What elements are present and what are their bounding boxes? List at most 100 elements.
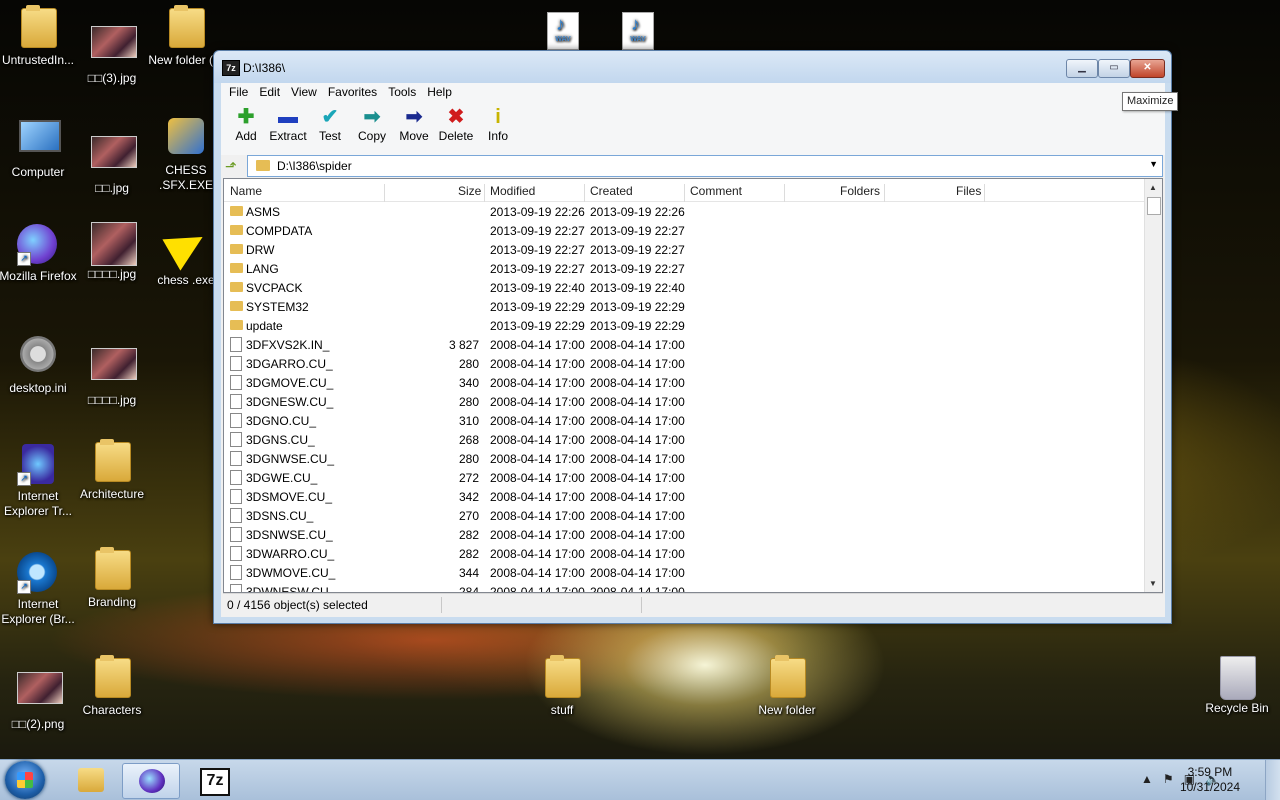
list-item[interactable]: 3DGNS.CU_ 268 2008-04-14 17:00 2008-04-14 1… [224, 430, 1144, 449]
cell-name: DRW [246, 243, 275, 257]
desktop-icon-image[interactable]: □□.jpg [70, 128, 154, 196]
folder-icon [230, 225, 243, 235]
column-name[interactable]: Name [230, 184, 262, 198]
menu-edit[interactable]: Edit [254, 83, 286, 101]
cell-modified: 2008-04-14 17:00 [490, 376, 585, 390]
list-item[interactable]: 3DGNWSE.CU_ 280 2008-04-14 17:00 2008-04-14… [224, 449, 1144, 468]
desktop-icon-characters[interactable]: Characters [70, 655, 154, 718]
column-created[interactable]: Created [590, 184, 633, 198]
title-bar[interactable]: 7z D:\I386\ ▁ ▭ ✕ [214, 51, 1171, 83]
column-size[interactable]: Size [458, 184, 481, 198]
desktop-icon-architecture[interactable]: Architecture [70, 439, 154, 502]
list-item[interactable]: update 2013-09-19 22:29 2013-09-19 22:29 [224, 316, 1144, 335]
cell-created: 2013-09-19 22:26 [590, 205, 685, 219]
minimize-button[interactable]: ▁ [1066, 59, 1098, 78]
tray-expand-icon[interactable]: ▲ [1141, 772, 1153, 786]
desktop-icon-wav-1[interactable]: ♪ WAV [520, 12, 604, 50]
desktop-icon-recycle-bin[interactable]: Recycle Bin [1195, 656, 1279, 716]
list-item[interactable]: 3DSMOVE.CU_ 342 2008-04-14 17:00 2008-04-14… [224, 487, 1144, 506]
taskbar-7zip[interactable]: 7z [184, 763, 240, 797]
scroll-up-icon[interactable]: ▲ [1149, 183, 1157, 192]
address-bar: ⬏ D:\I386\spider ▼ [221, 155, 1165, 177]
desktop-icon-computer[interactable]: Computer [0, 120, 80, 180]
list-item[interactable]: ASMS 2013-09-19 22:26 2013-09-19 22:26 [224, 202, 1144, 221]
folder-icon [230, 263, 243, 273]
folder-icon [95, 439, 131, 482]
toolbar-add-button[interactable]: ✚ Add [225, 101, 267, 155]
list-item[interactable]: 3DGNO.CU_ 310 2008-04-14 17:00 2008-04-14 1… [224, 411, 1144, 430]
start-button[interactable] [5, 761, 45, 799]
desktop-icon-new-folder[interactable]: New folder [745, 655, 829, 718]
list-item[interactable]: SVCPACK 2013-09-19 22:40 2013-09-19 22:40 [224, 278, 1144, 297]
folder-icon [230, 301, 243, 311]
clock[interactable]: 3:59 PM 10/31/2024 [1180, 765, 1240, 795]
menu-tools[interactable]: Tools [383, 83, 422, 101]
desktop-icon-ie-tr[interactable]: ↗ Internet Explorer Tr... [0, 444, 80, 519]
cell-modified: 2013-09-19 22:27 [490, 224, 585, 238]
cell-size: 342 [458, 490, 479, 504]
flag-icon[interactable]: ⚑ [1163, 772, 1174, 786]
chevron-down-icon[interactable]: ▼ [1149, 159, 1158, 169]
toolbar-test-button[interactable]: ✔ Test [309, 101, 351, 155]
toolbar-extract-button[interactable]: ▬ Extract [267, 101, 309, 155]
cell-size: 310 [458, 414, 479, 428]
column-modified[interactable]: Modified [490, 184, 535, 198]
desktop-icon-desktop-ini[interactable]: desktop.ini [0, 336, 80, 396]
desktop-icon-wav-2[interactable]: ♪ WAV [595, 12, 679, 50]
cell-name: 3DSMOVE.CU_ [246, 490, 333, 504]
cell-name: 3DGMOVE.CU_ [246, 376, 334, 390]
menu-view[interactable]: View [286, 83, 323, 101]
desktop-icon-ie-br[interactable]: ↗ Internet Explorer (Br... [0, 552, 80, 627]
desktop-icon-label: Recycle Bin [1205, 701, 1269, 715]
desktop-icon-image-3[interactable]: □□(3).jpg [70, 18, 154, 86]
status-selection: 0 / 4156 object(s) selected [227, 598, 368, 612]
desktop-icon-stuff[interactable]: stuff [520, 655, 604, 718]
shortcut-arrow-icon: ↗ [17, 580, 31, 594]
menu-file[interactable]: File [224, 83, 254, 101]
column-comment[interactable]: Comment [690, 184, 742, 198]
maximize-button[interactable]: ▭ [1098, 59, 1130, 78]
folder-icon [169, 5, 205, 48]
vertical-scrollbar[interactable]: ▲ ▼ [1144, 179, 1162, 592]
desktop-icon-image-png[interactable]: □□(2).png [0, 664, 80, 732]
column-folders[interactable]: Folders [840, 184, 880, 198]
list-item[interactable]: 3DWNESW.CU_ 284 2008-04-14 17:00 2008-04-14… [224, 582, 1144, 592]
list-item[interactable]: 3DGNESW.CU_ 280 2008-04-14 17:00 2008-04-14… [224, 392, 1144, 411]
taskbar-firefox[interactable] [122, 763, 180, 799]
list-item[interactable]: DRW 2013-09-19 22:27 2013-09-19 22:27 [224, 240, 1144, 259]
toolbar-move-button[interactable]: ➡ Move [393, 101, 435, 155]
list-item[interactable]: 3DGARRO.CU_ 280 2008-04-14 17:00 2008-04-14… [224, 354, 1144, 373]
list-item[interactable]: LANG 2013-09-19 22:27 2013-09-19 22:27 [224, 259, 1144, 278]
list-item[interactable]: 3DWMOVE.CU_ 344 2008-04-14 17:00 2008-04-14… [224, 563, 1144, 582]
close-button[interactable]: ✕ [1130, 59, 1165, 78]
list-item[interactable]: 3DGWE.CU_ 272 2008-04-14 17:00 2008-04-14 1… [224, 468, 1144, 487]
toolbar-delete-button[interactable]: ✖ Delete [435, 101, 477, 155]
desktop-icon-branding[interactable]: Branding [70, 547, 154, 610]
list-item[interactable]: 3DGMOVE.CU_ 340 2008-04-14 17:00 2008-04-14… [224, 373, 1144, 392]
list-item[interactable]: 3DFXVS2K.IN_ 3 827 2008-04-14 17:00 2008-04… [224, 335, 1144, 354]
toolbar-copy-button[interactable]: ➡ Copy [351, 101, 393, 155]
list-item[interactable]: 3DSNWSE.CU_ 282 2008-04-14 17:00 2008-04-14… [224, 525, 1144, 544]
7zip-icon[interactable]: 7z [222, 60, 240, 76]
menu-help[interactable]: Help [422, 83, 458, 101]
show-desktop-button[interactable] [1265, 760, 1280, 800]
taskbar-explorer[interactable] [62, 763, 118, 797]
toolbar-info-button[interactable]: i Info [477, 101, 519, 155]
move-arrow-icon: ➡ [405, 106, 423, 128]
desktop-icon-label: □□□□.jpg [87, 393, 137, 407]
scroll-down-icon[interactable]: ▼ [1149, 579, 1157, 588]
list-item[interactable]: SYSTEM32 2013-09-19 22:29 2013-09-19 22:29 [224, 297, 1144, 316]
scroll-thumb[interactable] [1147, 197, 1161, 215]
list-item[interactable]: 3DSNS.CU_ 270 2008-04-14 17:00 2008-04-14 1… [224, 506, 1144, 525]
desktop-icon-image-b[interactable]: □□□□.jpg [70, 222, 154, 282]
column-files[interactable]: Files [956, 184, 981, 198]
list-item[interactable]: 3DWARRO.CU_ 282 2008-04-14 17:00 2008-04-14… [224, 544, 1144, 563]
audio-file-icon: ♪ WAV [622, 12, 654, 50]
list-item[interactable]: COMPDATA 2013-09-19 22:27 2013-09-19 22:27 [224, 221, 1144, 240]
address-input[interactable]: D:\I386\spider ▼ [247, 155, 1163, 177]
menu-favorites[interactable]: Favorites [323, 83, 383, 101]
desktop-icon-firefox[interactable]: ↗ Mozilla Firefox [0, 224, 80, 284]
desktop-icon-image-c[interactable]: □□□□.jpg [70, 340, 154, 408]
folder-up-icon[interactable]: ⬏ [225, 158, 241, 174]
desktop-icon-untrusted[interactable]: UntrustedIn... [0, 5, 80, 68]
